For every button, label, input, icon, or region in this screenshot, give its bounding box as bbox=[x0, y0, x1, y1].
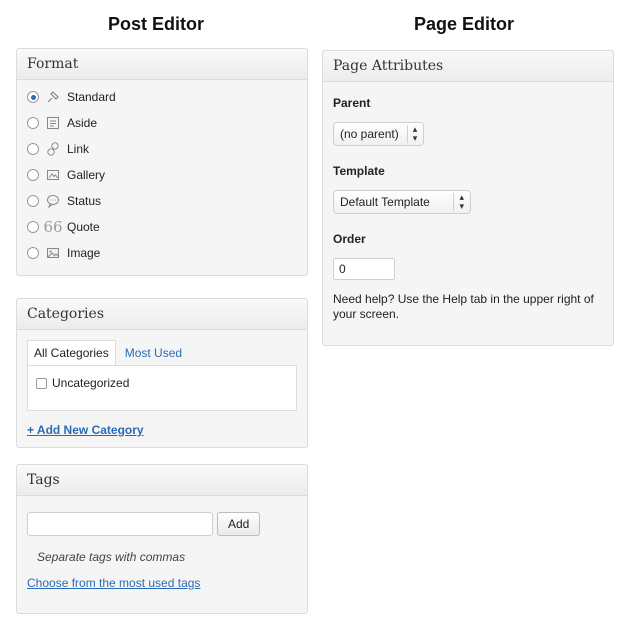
select-arrows-icon: ▴ ▾ bbox=[453, 193, 464, 211]
format-label-quote: Quote bbox=[67, 220, 100, 234]
tab-most-used[interactable]: Most Used bbox=[118, 340, 189, 365]
status-bubble-icon bbox=[45, 194, 61, 208]
format-radio-gallery[interactable] bbox=[27, 169, 39, 181]
format-radio-image[interactable] bbox=[27, 247, 39, 259]
quote-icon: 66 bbox=[43, 218, 63, 236]
format-radio-standard[interactable] bbox=[27, 91, 39, 103]
format-radio-link[interactable] bbox=[27, 143, 39, 155]
categories-box-title: Categories bbox=[17, 299, 307, 330]
tab-all-categories[interactable]: All Categories bbox=[27, 340, 116, 365]
help-text: Need help? Use the Help tab in the upper… bbox=[333, 292, 594, 321]
format-radio-status[interactable] bbox=[27, 195, 39, 207]
tag-input[interactable] bbox=[27, 512, 213, 536]
parent-label: Parent bbox=[333, 96, 371, 110]
format-label-status: Status bbox=[67, 194, 102, 208]
post-editor-heading: Post Editor bbox=[107, 14, 204, 34]
tags-box: Tags Add Separate tags with commas Choos… bbox=[16, 464, 308, 614]
aside-icon bbox=[45, 116, 61, 130]
format-label-standard: Standard bbox=[67, 90, 116, 104]
pin-icon bbox=[45, 90, 61, 104]
image-icon bbox=[45, 246, 61, 260]
format-label-gallery: Gallery bbox=[67, 168, 106, 182]
choose-most-used-tags-link[interactable]: Choose from the most used tags bbox=[27, 576, 200, 590]
categories-box: Categories All Categories Most Used Unca… bbox=[16, 298, 308, 448]
category-checkbox-uncategorized[interactable] bbox=[36, 378, 47, 389]
format-box: Format Standard Aside Link Gallery Statu… bbox=[16, 48, 308, 276]
gallery-icon bbox=[45, 168, 61, 182]
order-label: Order bbox=[333, 232, 366, 246]
format-option-quote[interactable]: 66 Quote bbox=[27, 214, 297, 240]
add-tag-button[interactable]: Add bbox=[217, 512, 261, 536]
format-box-title: Format bbox=[17, 49, 307, 80]
add-new-category-link[interactable]: + Add New Category bbox=[27, 423, 144, 437]
format-label-aside: Aside bbox=[67, 116, 98, 130]
page-attributes-title: Page Attributes bbox=[323, 51, 613, 82]
format-label-image: Image bbox=[67, 246, 101, 260]
select-arrows-icon: ▴ ▾ bbox=[406, 125, 417, 143]
format-option-link[interactable]: Link bbox=[27, 136, 297, 162]
format-option-gallery[interactable]: Gallery bbox=[27, 162, 297, 188]
order-input[interactable]: 0 bbox=[333, 258, 395, 280]
parent-select-value: (no parent) bbox=[340, 127, 399, 141]
format-option-standard[interactable]: Standard bbox=[27, 84, 297, 110]
tags-box-title: Tags bbox=[17, 465, 307, 496]
page-attributes-box: Page Attributes Parent (no parent) ▴ ▾ Te… bbox=[322, 50, 614, 346]
format-label-link: Link bbox=[67, 142, 90, 156]
template-select[interactable]: Default Template ▴ ▾ bbox=[333, 190, 471, 214]
link-icon bbox=[45, 142, 61, 156]
format-radio-quote[interactable] bbox=[27, 221, 39, 233]
format-radio-aside[interactable] bbox=[27, 117, 39, 129]
tags-hint: Separate tags with commas bbox=[37, 550, 186, 564]
parent-select[interactable]: (no parent) ▴ ▾ bbox=[333, 122, 425, 146]
category-label-uncategorized: Uncategorized bbox=[52, 376, 130, 390]
format-option-image[interactable]: Image bbox=[27, 240, 297, 266]
format-option-status[interactable]: Status bbox=[27, 188, 297, 214]
category-list: Uncategorized bbox=[27, 365, 297, 411]
page-editor-heading: Page Editor bbox=[413, 14, 515, 34]
template-label: Template bbox=[333, 164, 385, 178]
format-option-aside[interactable]: Aside bbox=[27, 110, 297, 136]
template-select-value: Default Template bbox=[340, 195, 430, 209]
category-tabs: All Categories Most Used bbox=[27, 340, 297, 365]
